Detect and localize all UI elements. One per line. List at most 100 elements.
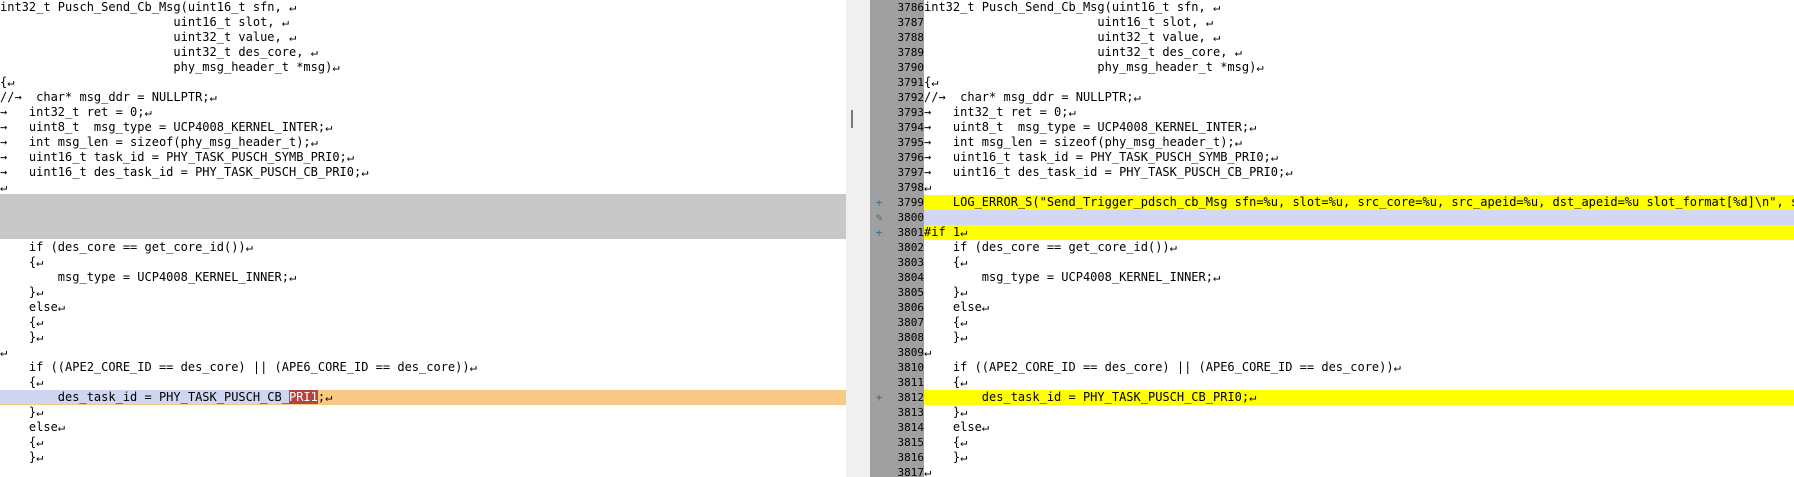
code-line[interactable]: ↵ — [0, 345, 846, 360]
code-line[interactable]: else↵ — [0, 300, 846, 315]
code-line[interactable]: }↵ — [924, 330, 1794, 345]
code-line[interactable]: {↵ — [0, 375, 846, 390]
code-line[interactable]: ↵ — [924, 465, 1794, 477]
code-line[interactable]: }↵ — [0, 330, 846, 345]
code-line[interactable]: {↵ — [924, 315, 1794, 330]
code-line[interactable]: #if 1↵ — [924, 225, 1794, 240]
line-number: 3796 — [870, 150, 925, 165]
code-line[interactable]: ↵ — [924, 180, 1794, 195]
code-line[interactable]: else↵ — [0, 420, 846, 435]
code-line[interactable]: //→ char* msg_ddr = NULLPTR;↵ — [0, 90, 846, 105]
code-line[interactable]: {↵ — [0, 75, 846, 90]
left-code-area[interactable]: int32_t Pusch_Send_Cb_Msg(uint16_t sfn, … — [0, 0, 846, 477]
code-line[interactable]: if ((APE2_CORE_ID == des_core) || (APE6_… — [0, 360, 846, 375]
code-line[interactable]: → uint8_t msg_type = UCP4008_KERNEL_INTE… — [924, 120, 1794, 135]
code-line[interactable]: else↵ — [924, 300, 1794, 315]
line-number: 3805 — [870, 285, 925, 300]
line-number: 3806 — [870, 300, 925, 315]
code-line[interactable]: → int msg_len = sizeof(phy_msg_header_t)… — [924, 135, 1794, 150]
added-marker-icon[interactable]: + — [873, 225, 885, 240]
code-line[interactable]: }↵ — [0, 450, 846, 465]
splitter-grip[interactable] — [851, 110, 853, 128]
code-line[interactable]: uint32_t des_core, ↵ — [0, 45, 846, 60]
line-number: 3815 — [870, 435, 925, 450]
line-number-text: 3786 — [897, 1, 925, 14]
code-line[interactable]: → int32_t ret = 0;↵ — [0, 105, 846, 120]
code-line[interactable]: if (des_core == get_core_id())↵ — [0, 240, 846, 255]
added-marker-icon[interactable]: + — [873, 390, 885, 405]
code-line[interactable]: msg_type = UCP4008_KERNEL_INNER;↵ — [924, 270, 1794, 285]
pane-splitter[interactable] — [846, 0, 870, 477]
line-number-text: 3801 — [897, 226, 925, 239]
code-line[interactable]: {↵ — [924, 75, 1794, 90]
code-line[interactable]: {↵ — [924, 435, 1794, 450]
code-line[interactable]: else↵ — [924, 420, 1794, 435]
code-line[interactable]: ↵ — [0, 180, 846, 195]
left-changed-line[interactable]: des_task_id = PHY_TASK_PUSCH_CB_PRI1;↵ — [0, 390, 846, 405]
left-diff-pane[interactable]: int32_t Pusch_Send_Cb_Msg(uint16_t sfn, … — [0, 0, 846, 477]
code-line[interactable]: }↵ — [924, 285, 1794, 300]
changed-prefix: des_task_id = PHY_TASK_PUSCH_CB_ — [0, 390, 289, 404]
code-line[interactable]: des_task_id = PHY_TASK_PUSCH_CB_PRI0;↵ — [924, 390, 1794, 405]
right-diff-pane[interactable]: 3786 3787 3788 3789 3790 3791 3792 3793 3794 3795… — [870, 0, 1794, 477]
edit-marker-icon[interactable]: ✎ — [873, 210, 885, 225]
line-number: 3792 — [870, 90, 925, 105]
code-line[interactable]: int32_t Pusch_Send_Cb_Msg(uint16_t sfn, … — [0, 0, 846, 15]
line-number-text: 3810 — [897, 361, 925, 374]
added-marker-icon[interactable]: + — [873, 195, 885, 210]
line-number: 3790 — [870, 60, 925, 75]
code-line[interactable]: uint32_t des_core, ↵ — [924, 45, 1794, 60]
line-number: 3786 — [870, 0, 925, 15]
code-line[interactable]: }↵ — [924, 405, 1794, 420]
code-line[interactable]: }↵ — [0, 285, 846, 300]
line-number: +3801 — [870, 225, 924, 240]
line-number: 3807 — [870, 315, 925, 330]
line-number-text: 3816 — [897, 451, 925, 464]
code-line[interactable]: int32_t Pusch_Send_Cb_Msg(uint16_t sfn, … — [924, 0, 1794, 15]
code-line[interactable]: → int32_t ret = 0;↵ — [924, 105, 1794, 120]
code-line[interactable]: phy_msg_header_t *msg)↵ — [924, 60, 1794, 75]
code-line[interactable]: uint32_t value, ↵ — [924, 30, 1794, 45]
code-line[interactable]: uint32_t value, ↵ — [0, 30, 846, 45]
code-line[interactable]: {↵ — [924, 375, 1794, 390]
code-line[interactable]: → uint16_t des_task_id = PHY_TASK_PUSCH_… — [0, 165, 846, 180]
line-number: 3802 — [870, 240, 925, 255]
code-line[interactable]: uint16_t slot, ↵ — [924, 15, 1794, 30]
line-number: 3811 — [870, 375, 925, 390]
code-line[interactable]: uint16_t slot, ↵ — [0, 15, 846, 30]
code-line[interactable]: {↵ — [924, 255, 1794, 270]
line-number-text: 3807 — [897, 316, 925, 329]
code-line[interactable]: LOG_ERROR_S("Send_Trigger_pdsch_cb_Msg s… — [924, 195, 1794, 210]
code-line[interactable]: → uint16_t task_id = PHY_TASK_PUSCH_SYMB… — [924, 150, 1794, 165]
line-number-text: 3813 — [897, 406, 925, 419]
code-line[interactable]: {↵ — [0, 315, 846, 330]
code-line[interactable] — [924, 210, 1794, 225]
line-number-text: 3806 — [897, 301, 925, 314]
code-line[interactable]: → uint16_t des_task_id = PHY_TASK_PUSCH_… — [924, 165, 1794, 180]
line-number: 3813 — [870, 405, 925, 420]
code-line[interactable]: {↵ — [0, 255, 846, 270]
line-number: 3793 — [870, 105, 925, 120]
code-line[interactable]: → uint16_t task_id = PHY_TASK_PUSCH_SYMB… — [0, 150, 846, 165]
code-line[interactable]: phy_msg_header_t *msg)↵ — [0, 60, 846, 75]
code-line[interactable]: }↵ — [0, 405, 846, 420]
line-number-text: 3812 — [897, 391, 925, 404]
right-code-area[interactable]: int32_t Pusch_Send_Cb_Msg(uint16_t sfn, … — [924, 0, 1794, 477]
deleted-segment: PRI1 — [288, 390, 318, 404]
code-line[interactable]: msg_type = UCP4008_KERNEL_INNER;↵ — [0, 270, 846, 285]
code-line[interactable]: if ((APE2_CORE_ID == des_core) || (APE6_… — [924, 360, 1794, 375]
code-line[interactable]: → int msg_len = sizeof(phy_msg_header_t)… — [0, 135, 846, 150]
code-line[interactable]: → uint8_t msg_type = UCP4008_KERNEL_INTE… — [0, 120, 846, 135]
line-number-text: 3788 — [897, 31, 925, 44]
line-number-text: 3795 — [897, 136, 925, 149]
code-line[interactable]: ↵ — [924, 345, 1794, 360]
line-number-text: 3794 — [897, 121, 925, 134]
line-number: 3788 — [870, 30, 925, 45]
line-number-text: 3792 — [897, 91, 925, 104]
code-line[interactable]: }↵ — [924, 450, 1794, 465]
code-line[interactable]: if (des_core == get_core_id())↵ — [924, 240, 1794, 255]
line-number-text: 3804 — [897, 271, 925, 284]
code-line[interactable]: //→ char* msg_ddr = NULLPTR;↵ — [924, 90, 1794, 105]
code-line[interactable]: {↵ — [0, 435, 846, 450]
line-number: +3799 — [870, 195, 924, 210]
